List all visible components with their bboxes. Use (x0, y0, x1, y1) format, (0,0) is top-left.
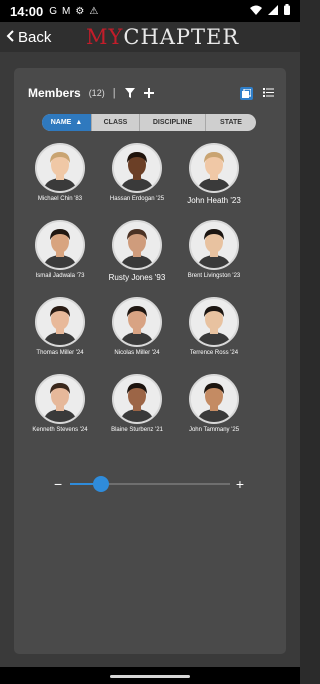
zoom-slider: − + (54, 476, 244, 492)
member-avatar (35, 143, 85, 193)
member-card[interactable]: Hassan Erdogan '25 (98, 143, 176, 215)
member-card[interactable]: Ismail Jadwala '73 (21, 220, 99, 292)
tab-label: STATE (220, 119, 242, 126)
member-name: Nicolas Miller '24 (114, 350, 160, 356)
member-avatar (112, 297, 162, 347)
gmail-icon: M (62, 5, 71, 17)
member-card[interactable]: Blaine Sturbenz '21 (98, 374, 176, 446)
tab-sort-class[interactable]: CLASS (92, 114, 140, 131)
tab-sort-discipline[interactable]: DISCIPLINE (140, 114, 206, 131)
member-name: Terrence Ross '24 (189, 350, 239, 356)
chevron-left-icon (6, 29, 14, 46)
sort-tabs: NAME ▲ CLASS DISCIPLINE STATE (42, 114, 256, 131)
battery-icon (284, 2, 290, 20)
google-icon: G (49, 5, 58, 17)
tab-label: DISCIPLINE (152, 119, 193, 126)
app-logo: MY CHAPTER (86, 22, 239, 52)
member-avatar (35, 220, 85, 270)
status-time: 14:00 (10, 3, 44, 19)
members-count: (12) (88, 88, 105, 98)
member-avatar (112, 220, 162, 270)
member-name: Thomas Miller '24 (36, 350, 84, 356)
content-frame: Members (12) | NAME ▲ CLASS DISCIPLINE S… (0, 52, 300, 667)
tab-sort-state[interactable]: STATE (206, 114, 256, 131)
member-card[interactable]: Rusty Jones '93 (98, 220, 176, 292)
member-avatar (112, 143, 162, 193)
member-name: John Tammany '25 (188, 427, 240, 433)
tab-sort-name[interactable]: NAME ▲ (42, 114, 92, 131)
slider-fill (69, 483, 93, 485)
home-indicator[interactable] (110, 675, 190, 678)
system-nav-bar (0, 667, 300, 684)
app-header: Back MY CHAPTER (0, 22, 300, 52)
member-card[interactable]: John Heath '23 (175, 143, 253, 215)
member-avatar (189, 143, 239, 193)
sort-ascending-icon: ▲ (75, 119, 83, 126)
members-panel: Members (12) | NAME ▲ CLASS DISCIPLINE S… (14, 68, 286, 654)
zoom-in-button[interactable]: + (236, 476, 244, 492)
settings-icon: ⚙ (75, 5, 85, 17)
member-name: Hassan Erdogan '25 (109, 196, 165, 202)
add-member-icon[interactable] (143, 88, 154, 98)
member-card[interactable]: Terrence Ross '24 (175, 297, 253, 369)
member-card[interactable]: Kenneth Stevens '24 (21, 374, 99, 446)
member-avatar (35, 297, 85, 347)
slider-track[interactable] (69, 476, 230, 492)
warning-icon: ⚠ (89, 5, 99, 17)
filter-icon[interactable] (124, 88, 135, 98)
member-name: Michael Chin '83 (37, 196, 83, 202)
member-card[interactable]: Nicolas Miller '24 (98, 297, 176, 369)
member-avatar (189, 297, 239, 347)
member-card[interactable]: Brent Livingston '23 (175, 220, 253, 292)
status-bar: 14:00 G M ⚙ ⚠ (0, 0, 300, 22)
members-header: Members (12) | (28, 83, 274, 103)
tab-label: NAME (50, 119, 72, 126)
member-name: John Heath '23 (187, 196, 241, 205)
member-card[interactable]: Thomas Miller '24 (21, 297, 99, 369)
member-name: Blaine Sturbenz '21 (111, 427, 163, 433)
back-button[interactable]: Back (6, 29, 51, 46)
list-view-icon[interactable] (263, 84, 274, 102)
tab-label: CLASS (103, 119, 128, 126)
members-title: Members (28, 86, 81, 100)
grid-view-icon[interactable] (240, 86, 253, 100)
logo-my: MY (86, 25, 124, 49)
zoom-out-button[interactable]: − (54, 476, 66, 492)
member-name: Kenneth Stevens '24 (32, 427, 88, 433)
member-name: Ismail Jadwala '73 (35, 273, 85, 279)
status-notification-icons: G M ⚙ ⚠ (49, 6, 98, 17)
member-avatar (189, 374, 239, 424)
back-label: Back (18, 28, 52, 46)
header-separator: | (112, 87, 116, 99)
member-name: Brent Livingston '23 (187, 273, 241, 279)
logo-chapter: CHAPTER (123, 25, 240, 49)
member-name: Rusty Jones '93 (108, 273, 166, 282)
signal-icon (268, 2, 278, 20)
member-card[interactable]: Michael Chin '83 (21, 143, 99, 215)
member-card[interactable]: John Tammany '25 (175, 374, 253, 446)
member-avatar (35, 374, 85, 424)
wifi-icon (250, 2, 262, 20)
slider-thumb[interactable] (92, 476, 109, 492)
member-avatar (189, 220, 239, 270)
member-avatar (112, 374, 162, 424)
